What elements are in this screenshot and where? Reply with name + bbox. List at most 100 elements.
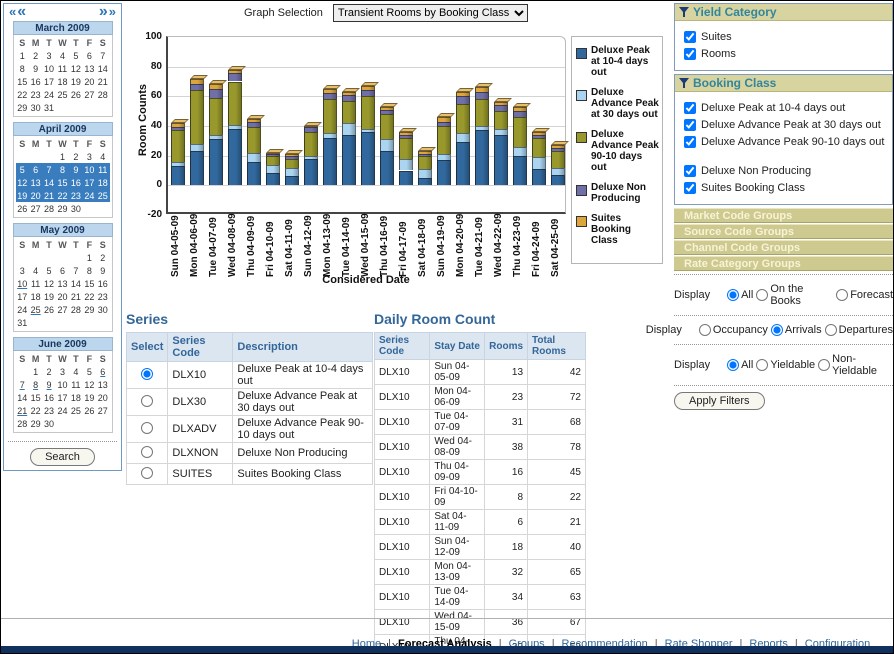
calendar-day-cell[interactable]: 13	[83, 62, 96, 75]
filter-checkbox[interactable]	[684, 136, 696, 148]
calendar-day-cell[interactable]: 18	[56, 75, 69, 88]
calendar-day-cell[interactable]: 29	[16, 101, 29, 114]
calendar-day-cell[interactable]: 2	[96, 251, 109, 264]
display-radio[interactable]	[771, 324, 783, 336]
display-radio[interactable]	[818, 359, 830, 371]
calendar-day-cell[interactable]: 21	[16, 404, 29, 417]
calendar-day-cell[interactable]: 1	[16, 49, 29, 62]
calendar-day-cell[interactable]: 3	[56, 365, 69, 378]
calendar-day-cell[interactable]: 20	[83, 75, 96, 88]
calendar-day-cell[interactable]: 13	[96, 378, 109, 391]
calendar-day-cell[interactable]: 30	[42, 417, 55, 430]
display-radio-option[interactable]: All	[727, 289, 753, 301]
calendar-day-cell[interactable]: 8	[16, 62, 29, 75]
calendar-day-cell[interactable]: 24	[56, 404, 69, 417]
calendar-day-cell[interactable]: 17	[83, 176, 96, 189]
collapsed-group-header[interactable]: Channel Code Groups	[674, 240, 893, 255]
calendar-day-cell[interactable]: 19	[42, 290, 55, 303]
calendar-day-cell[interactable]: 25	[56, 88, 69, 101]
calendar-day-cell[interactable]: 28	[69, 303, 82, 316]
collapsed-group-header[interactable]: Market Code Groups	[674, 208, 893, 223]
yield-category-header[interactable]: Yield Category	[675, 4, 892, 21]
display-radio[interactable]	[699, 324, 711, 336]
display-radio-option[interactable]: Arrivals	[771, 324, 822, 336]
calendar-day-cell[interactable]: 13	[56, 277, 69, 290]
calendar-day-cell[interactable]: 21	[42, 189, 55, 202]
calendar-day-cell[interactable]: 16	[69, 176, 82, 189]
calendar-day-cell[interactable]: 16	[29, 75, 42, 88]
calendar-day-cell[interactable]: 28	[16, 417, 29, 430]
calendar-day-cell[interactable]: 2	[42, 365, 55, 378]
calendar-day-cell[interactable]: 22	[16, 88, 29, 101]
calendar-day-cell[interactable]: 14	[69, 277, 82, 290]
calendar-day-cell[interactable]: 6	[56, 264, 69, 277]
next-year-arrow-icon[interactable]: »	[109, 5, 116, 19]
next-month-arrow-icon[interactable]: »	[99, 5, 108, 19]
calendar-day-cell[interactable]: 30	[29, 101, 42, 114]
calendar-day-cell[interactable]: 5	[42, 264, 55, 277]
calendar-day-cell[interactable]: 19	[69, 75, 82, 88]
display-radio[interactable]	[756, 289, 768, 301]
calendar-day-cell[interactable]: 11	[56, 62, 69, 75]
calendar-day-cell[interactable]: 26	[42, 303, 55, 316]
calendar-day-cell[interactable]: 18	[29, 290, 42, 303]
calendar-day-cell[interactable]: 29	[29, 417, 42, 430]
calendar-day-cell[interactable]: 25	[29, 303, 42, 316]
calendar-day-cell[interactable]: 3	[83, 150, 96, 163]
collapsed-group-header[interactable]: Source Code Groups	[674, 224, 893, 239]
calendar-day-cell[interactable]: 3	[16, 264, 29, 277]
calendar-day-cell[interactable]: 18	[96, 176, 109, 189]
calendar-day-cell[interactable]: 18	[69, 391, 82, 404]
prev-month-arrow-icon[interactable]: «	[17, 5, 26, 19]
display-radio-option[interactable]: Departures	[825, 324, 893, 336]
apply-filters-button[interactable]: Apply Filters	[674, 392, 765, 410]
series-radio[interactable]	[141, 446, 153, 458]
display-radio-option[interactable]: Forecast	[836, 289, 893, 301]
calendar-day-cell[interactable]: 10	[42, 62, 55, 75]
calendar-day-cell[interactable]: 29	[83, 303, 96, 316]
series-radio[interactable]	[141, 467, 153, 479]
calendar-day-cell[interactable]: 27	[56, 303, 69, 316]
display-radio-option[interactable]: Yieldable	[756, 359, 815, 371]
calendar-day-cell[interactable]: 9	[42, 378, 55, 391]
calendar-day-cell[interactable]: 5	[16, 163, 29, 176]
series-radio[interactable]	[141, 422, 153, 434]
display-radio[interactable]	[727, 359, 739, 371]
calendar-day-cell[interactable]: 30	[69, 202, 82, 215]
search-button[interactable]: Search	[30, 448, 95, 466]
calendar-day-cell[interactable]: 7	[96, 49, 109, 62]
calendar-day-cell[interactable]: 28	[42, 202, 55, 215]
calendar-day-cell[interactable]: 12	[83, 378, 96, 391]
calendar-day-cell[interactable]: 7	[42, 163, 55, 176]
calendar-day-cell[interactable]: 22	[29, 404, 42, 417]
calendar-day-cell[interactable]: 12	[16, 176, 29, 189]
calendar-day-cell[interactable]: 5	[69, 49, 82, 62]
calendar-day-cell[interactable]: 4	[69, 365, 82, 378]
series-radio[interactable]	[141, 395, 153, 407]
calendar-day-cell[interactable]: 15	[29, 391, 42, 404]
calendar-day-cell[interactable]: 9	[69, 163, 82, 176]
calendar-day-cell[interactable]: 17	[42, 75, 55, 88]
calendar-day-cell[interactable]: 27	[29, 202, 42, 215]
calendar-day-cell[interactable]: 2	[29, 49, 42, 62]
filter-checkbox[interactable]	[684, 119, 696, 131]
calendar-day-cell[interactable]: 22	[56, 189, 69, 202]
calendar-day-cell[interactable]: 29	[56, 202, 69, 215]
calendar-day-cell[interactable]: 14	[42, 176, 55, 189]
calendar-day-cell[interactable]: 21	[96, 75, 109, 88]
filter-checkbox[interactable]	[684, 31, 696, 43]
display-radio-option[interactable]: On the Books	[756, 283, 833, 307]
calendar-day-cell[interactable]: 10	[56, 378, 69, 391]
calendar-day-cell[interactable]: 20	[96, 391, 109, 404]
calendar-day-cell[interactable]: 5	[83, 365, 96, 378]
calendar-day-cell[interactable]: 9	[29, 62, 42, 75]
calendar-day-cell[interactable]: 26	[69, 88, 82, 101]
calendar-day-cell[interactable]: 8	[56, 163, 69, 176]
calendar-day-cell[interactable]: 11	[96, 163, 109, 176]
booking-class-header[interactable]: Booking Class	[675, 75, 892, 92]
calendar-day-cell[interactable]: 20	[29, 189, 42, 202]
calendar-day-cell[interactable]: 31	[16, 316, 29, 329]
calendar-day-cell[interactable]: 6	[29, 163, 42, 176]
calendar-day-cell[interactable]: 25	[69, 404, 82, 417]
calendar-day-cell[interactable]: 8	[29, 378, 42, 391]
